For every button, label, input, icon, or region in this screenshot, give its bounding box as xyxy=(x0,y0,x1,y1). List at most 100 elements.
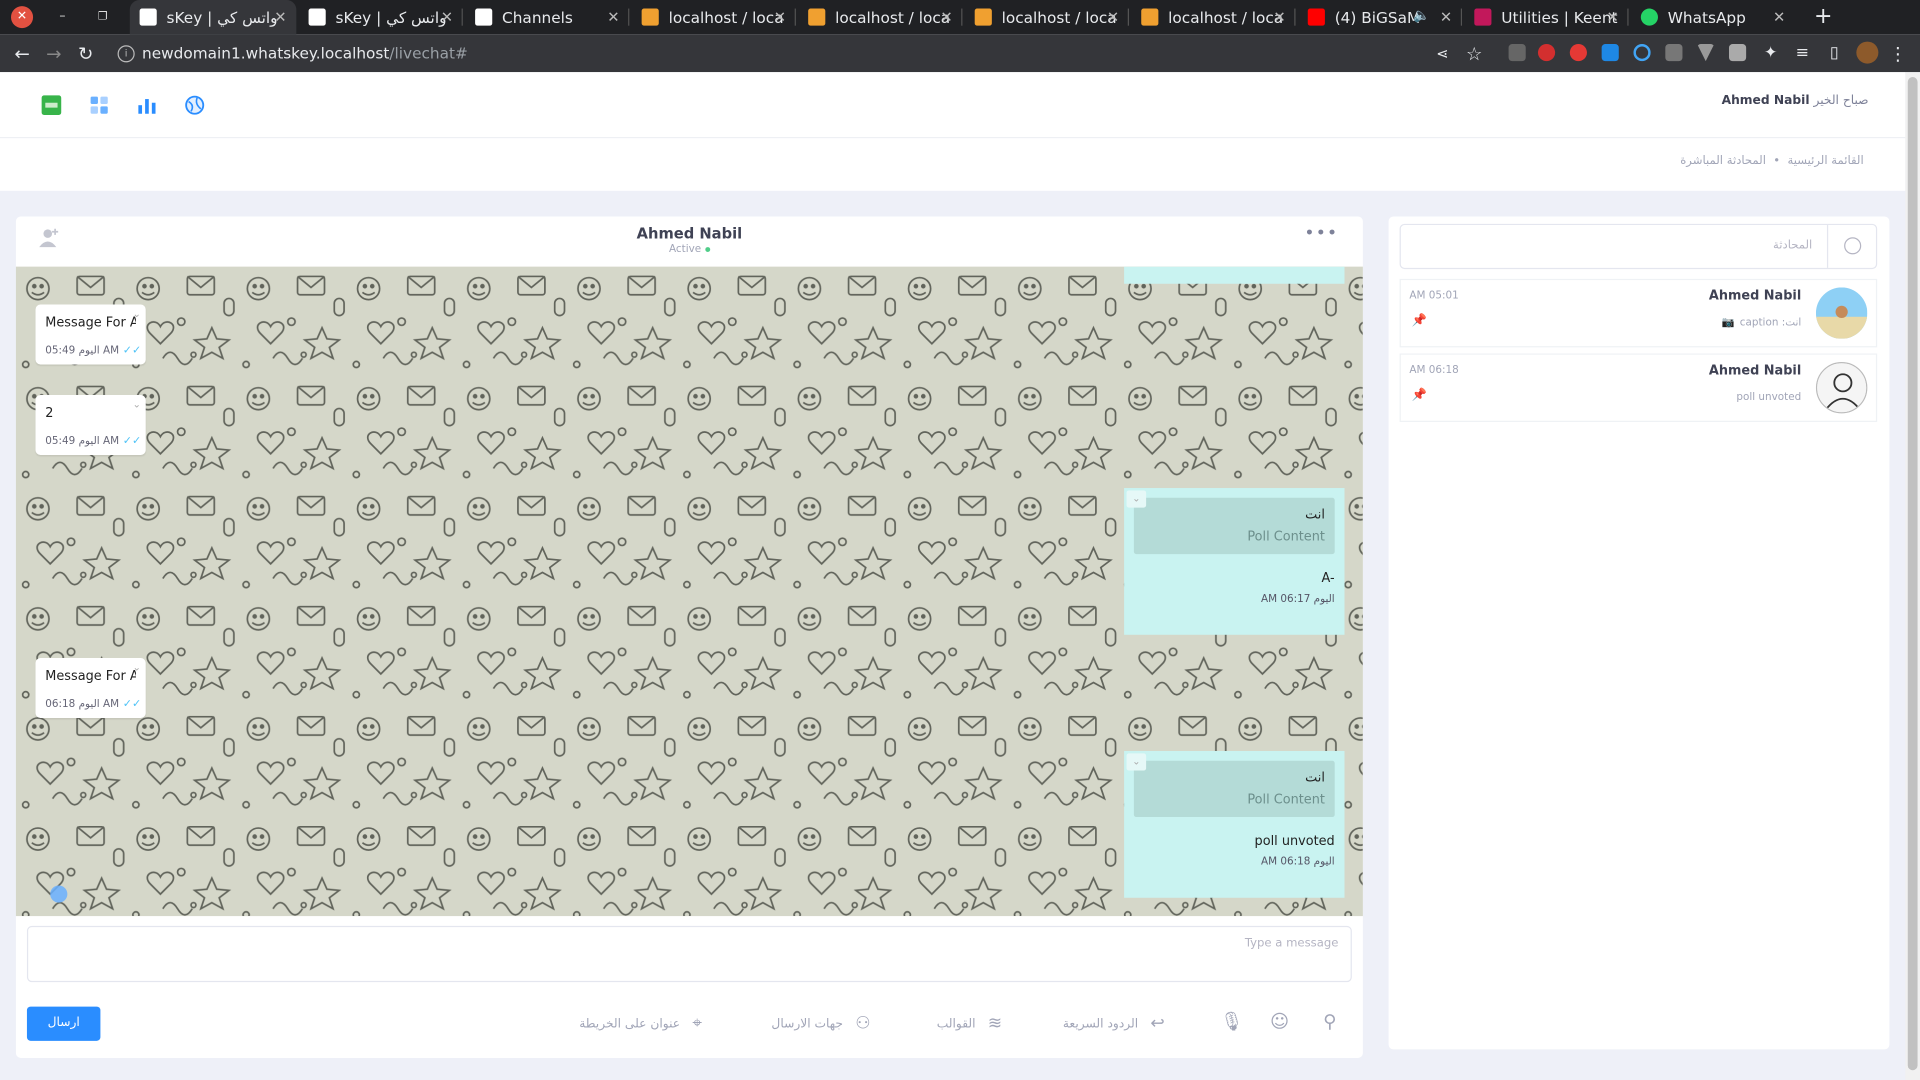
site-info-icon[interactable]: i xyxy=(117,44,135,62)
tab-close-icon[interactable]: ✕ xyxy=(607,9,619,26)
search-icon[interactable] xyxy=(1844,237,1862,255)
browser-tab[interactable]: localhost / loca ✕ xyxy=(798,0,963,34)
chevron-down-icon[interactable]: ⌄ xyxy=(1126,753,1147,771)
search-placeholder: المحادثة xyxy=(1773,238,1813,252)
user-name[interactable]: Ahmed Nabil xyxy=(1722,94,1810,107)
browser-tab-bar: ✕ – ❐ sKey | واتس كي ✕ sKey | واتس كي ✕ … xyxy=(0,0,1920,35)
adblock-icon[interactable] xyxy=(1537,44,1556,62)
browser-tab[interactable]: WhatsApp ✕ xyxy=(1631,0,1795,34)
profile-avatar[interactable] xyxy=(1856,41,1879,64)
browser-tab[interactable]: localhost / loca ✕ xyxy=(1131,0,1296,34)
browser-tab[interactable]: sKey | واتس كي ✕ xyxy=(129,0,297,35)
back-icon[interactable]: ← xyxy=(10,42,34,66)
poll-card[interactable]: انت Poll Content xyxy=(1133,497,1335,555)
new-tab-button[interactable]: + xyxy=(1810,4,1837,31)
extension-icon[interactable] xyxy=(1508,44,1526,62)
tab-title: Utilities | Keent xyxy=(1501,7,1618,27)
reload-icon[interactable]: ↻ xyxy=(73,42,97,66)
chevron-down-icon[interactable]: ⌄ xyxy=(133,308,141,319)
conversation-item[interactable]: Ahmed Nabil انت: caption 📷 AM 05:01 📌 xyxy=(1399,278,1878,348)
microphone-icon[interactable]: 🎙 xyxy=(1220,1010,1244,1034)
map-location-button[interactable]: ⌖ عنوان على الخريطة xyxy=(579,1014,702,1034)
puzzle-icon[interactable]: ✦ xyxy=(1758,42,1782,66)
tab-close-icon[interactable]: ✕ xyxy=(940,9,952,26)
quick-replies-button[interactable]: ↩ الردود السريعة xyxy=(1063,1014,1165,1034)
pin-icon[interactable]: 📌 xyxy=(1412,314,1427,327)
whatsapp-logo-icon[interactable] xyxy=(40,94,62,116)
attachment-icon[interactable]: ⚲ xyxy=(1318,1010,1342,1034)
tab-close-icon[interactable]: ✕ xyxy=(1273,9,1285,26)
message-time: اليوم 06:18 AM xyxy=(1260,856,1335,869)
message-time: اليوم 05:49 AM ✓✓ xyxy=(45,435,142,448)
breadcrumb-home[interactable]: القائمة الرئيسية xyxy=(1788,154,1864,167)
message-bubble-incoming[interactable]: ⌄ Message For A اليوم 05:49 AM ✓✓ xyxy=(35,304,146,365)
extension-icon[interactable] xyxy=(1728,44,1747,62)
tab-title: sKey | واتس كي xyxy=(166,7,278,27)
layers-icon: ≋ xyxy=(987,1013,1003,1034)
add-user-icon[interactable] xyxy=(38,226,60,248)
side-panel-icon[interactable]: ▯ xyxy=(1822,42,1846,66)
statistics-chart-icon[interactable] xyxy=(136,94,158,116)
extension-icon[interactable] xyxy=(1601,44,1619,62)
message-bubble-incoming[interactable]: ⌄ 2 اليوم 05:49 AM ✓✓ xyxy=(35,395,146,455)
message-time: اليوم 06:18 AM ✓✓ xyxy=(45,698,142,711)
page-scrollbar[interactable] xyxy=(1905,72,1920,1080)
extension-icon[interactable] xyxy=(1569,44,1587,62)
message-input[interactable]: Type a message xyxy=(26,925,1352,983)
chevron-down-icon[interactable]: ⌄ xyxy=(133,662,141,673)
conversation-preview: poll unvoted xyxy=(1736,391,1802,404)
forward-icon[interactable]: → xyxy=(42,42,66,66)
chat-options-icon[interactable]: ••• xyxy=(1304,224,1338,244)
tab-close-icon[interactable]: ✕ xyxy=(1606,9,1618,26)
conversation-search[interactable]: المحادثة xyxy=(1399,223,1878,270)
tab-title: localhost / loca xyxy=(1001,7,1117,27)
share-icon[interactable]: ⋖ xyxy=(1430,42,1454,66)
browser-tab[interactable]: Channels ✕ xyxy=(465,0,630,34)
browser-tab[interactable]: localhost / loca ✕ xyxy=(965,0,1129,34)
chat-contact-name: Ahmed Nabil xyxy=(636,225,743,243)
browser-tab[interactable]: (4) BiGSaM 🔈 ✕ xyxy=(1298,0,1463,34)
conversation-item[interactable]: Ahmed Nabil poll unvoted AM 06:18 📌 xyxy=(1399,353,1878,422)
tab-close-icon[interactable]: ✕ xyxy=(1107,9,1119,26)
menu-kebab-icon[interactable]: ⋮ xyxy=(1886,42,1910,66)
scrollbar-thumb[interactable] xyxy=(1907,77,1918,1071)
compose-toolbar: ارسال ⌖ عنوان على الخريطة ⚇ جهات الارسال ≋… xyxy=(16,994,1363,1043)
tab-close-icon[interactable]: ✕ xyxy=(441,9,453,26)
browser-tab[interactable]: localhost / loca ✕ xyxy=(632,0,796,34)
browser-tab[interactable]: Utilities | Keent ✕ xyxy=(1465,0,1629,34)
tab-close-icon[interactable]: ✕ xyxy=(774,9,786,26)
chevron-down-icon[interactable]: ⌄ xyxy=(1126,490,1147,508)
tab-close-icon[interactable]: ✕ xyxy=(1773,9,1785,26)
send-button[interactable]: ارسال xyxy=(26,1006,101,1041)
message-bubble-incoming[interactable]: ⌄ Message For A اليوم 06:18 AM ✓✓ xyxy=(35,658,146,718)
url-field[interactable]: i newdomain1.whatskey.localhost/livechat… xyxy=(117,39,1416,67)
dashboard-grid-icon[interactable] xyxy=(88,94,110,116)
window-minimize-icon[interactable]: – xyxy=(51,6,73,28)
conversation-name: Ahmed Nabil xyxy=(1708,363,1802,378)
message-bubble-outgoing[interactable]: ⌄ انت Poll Content poll unvoted اليوم 06… xyxy=(1124,750,1345,898)
contacts-button[interactable]: ⚇ جهات الارسال xyxy=(771,1014,870,1034)
tab-title: localhost / loca xyxy=(1168,7,1284,27)
browser-tab[interactable]: sKey | واتس كي ✕ xyxy=(299,0,463,34)
templates-button[interactable]: ≋ القوالب xyxy=(937,1014,1002,1034)
emoji-icon[interactable]: ☺ xyxy=(1267,1010,1291,1034)
app-header: صباح الخير Ahmed Nabil xyxy=(0,72,1906,139)
tab-close-icon[interactable]: ✕ xyxy=(1440,9,1452,26)
message-time: اليوم 06:17 AM xyxy=(1260,593,1335,606)
window-restore-icon[interactable]: ❐ xyxy=(92,6,114,28)
speaker-icon[interactable]: 🔈 xyxy=(1413,7,1430,23)
message-bubble-outgoing[interactable]: ⌄ انت Poll Content A- اليوم 06:17 AM xyxy=(1124,488,1345,635)
poll-card[interactable]: انت Poll Content xyxy=(1133,760,1335,818)
extension-icon[interactable] xyxy=(1697,44,1715,62)
window-close-icon[interactable]: ✕ xyxy=(11,6,34,29)
globe-icon[interactable] xyxy=(184,94,206,116)
avatar xyxy=(1815,362,1868,414)
scroll-down-icon[interactable] xyxy=(50,885,68,903)
tab-close-icon[interactable]: ✕ xyxy=(274,9,286,26)
media-icon[interactable]: ≡ xyxy=(1790,42,1814,66)
bookmark-star-icon[interactable]: ☆ xyxy=(1462,42,1486,66)
extension-icon[interactable] xyxy=(1633,44,1651,62)
shield-icon[interactable] xyxy=(1665,44,1683,62)
chevron-down-icon[interactable]: ⌄ xyxy=(133,399,141,410)
pin-icon[interactable]: 📌 xyxy=(1412,389,1427,402)
